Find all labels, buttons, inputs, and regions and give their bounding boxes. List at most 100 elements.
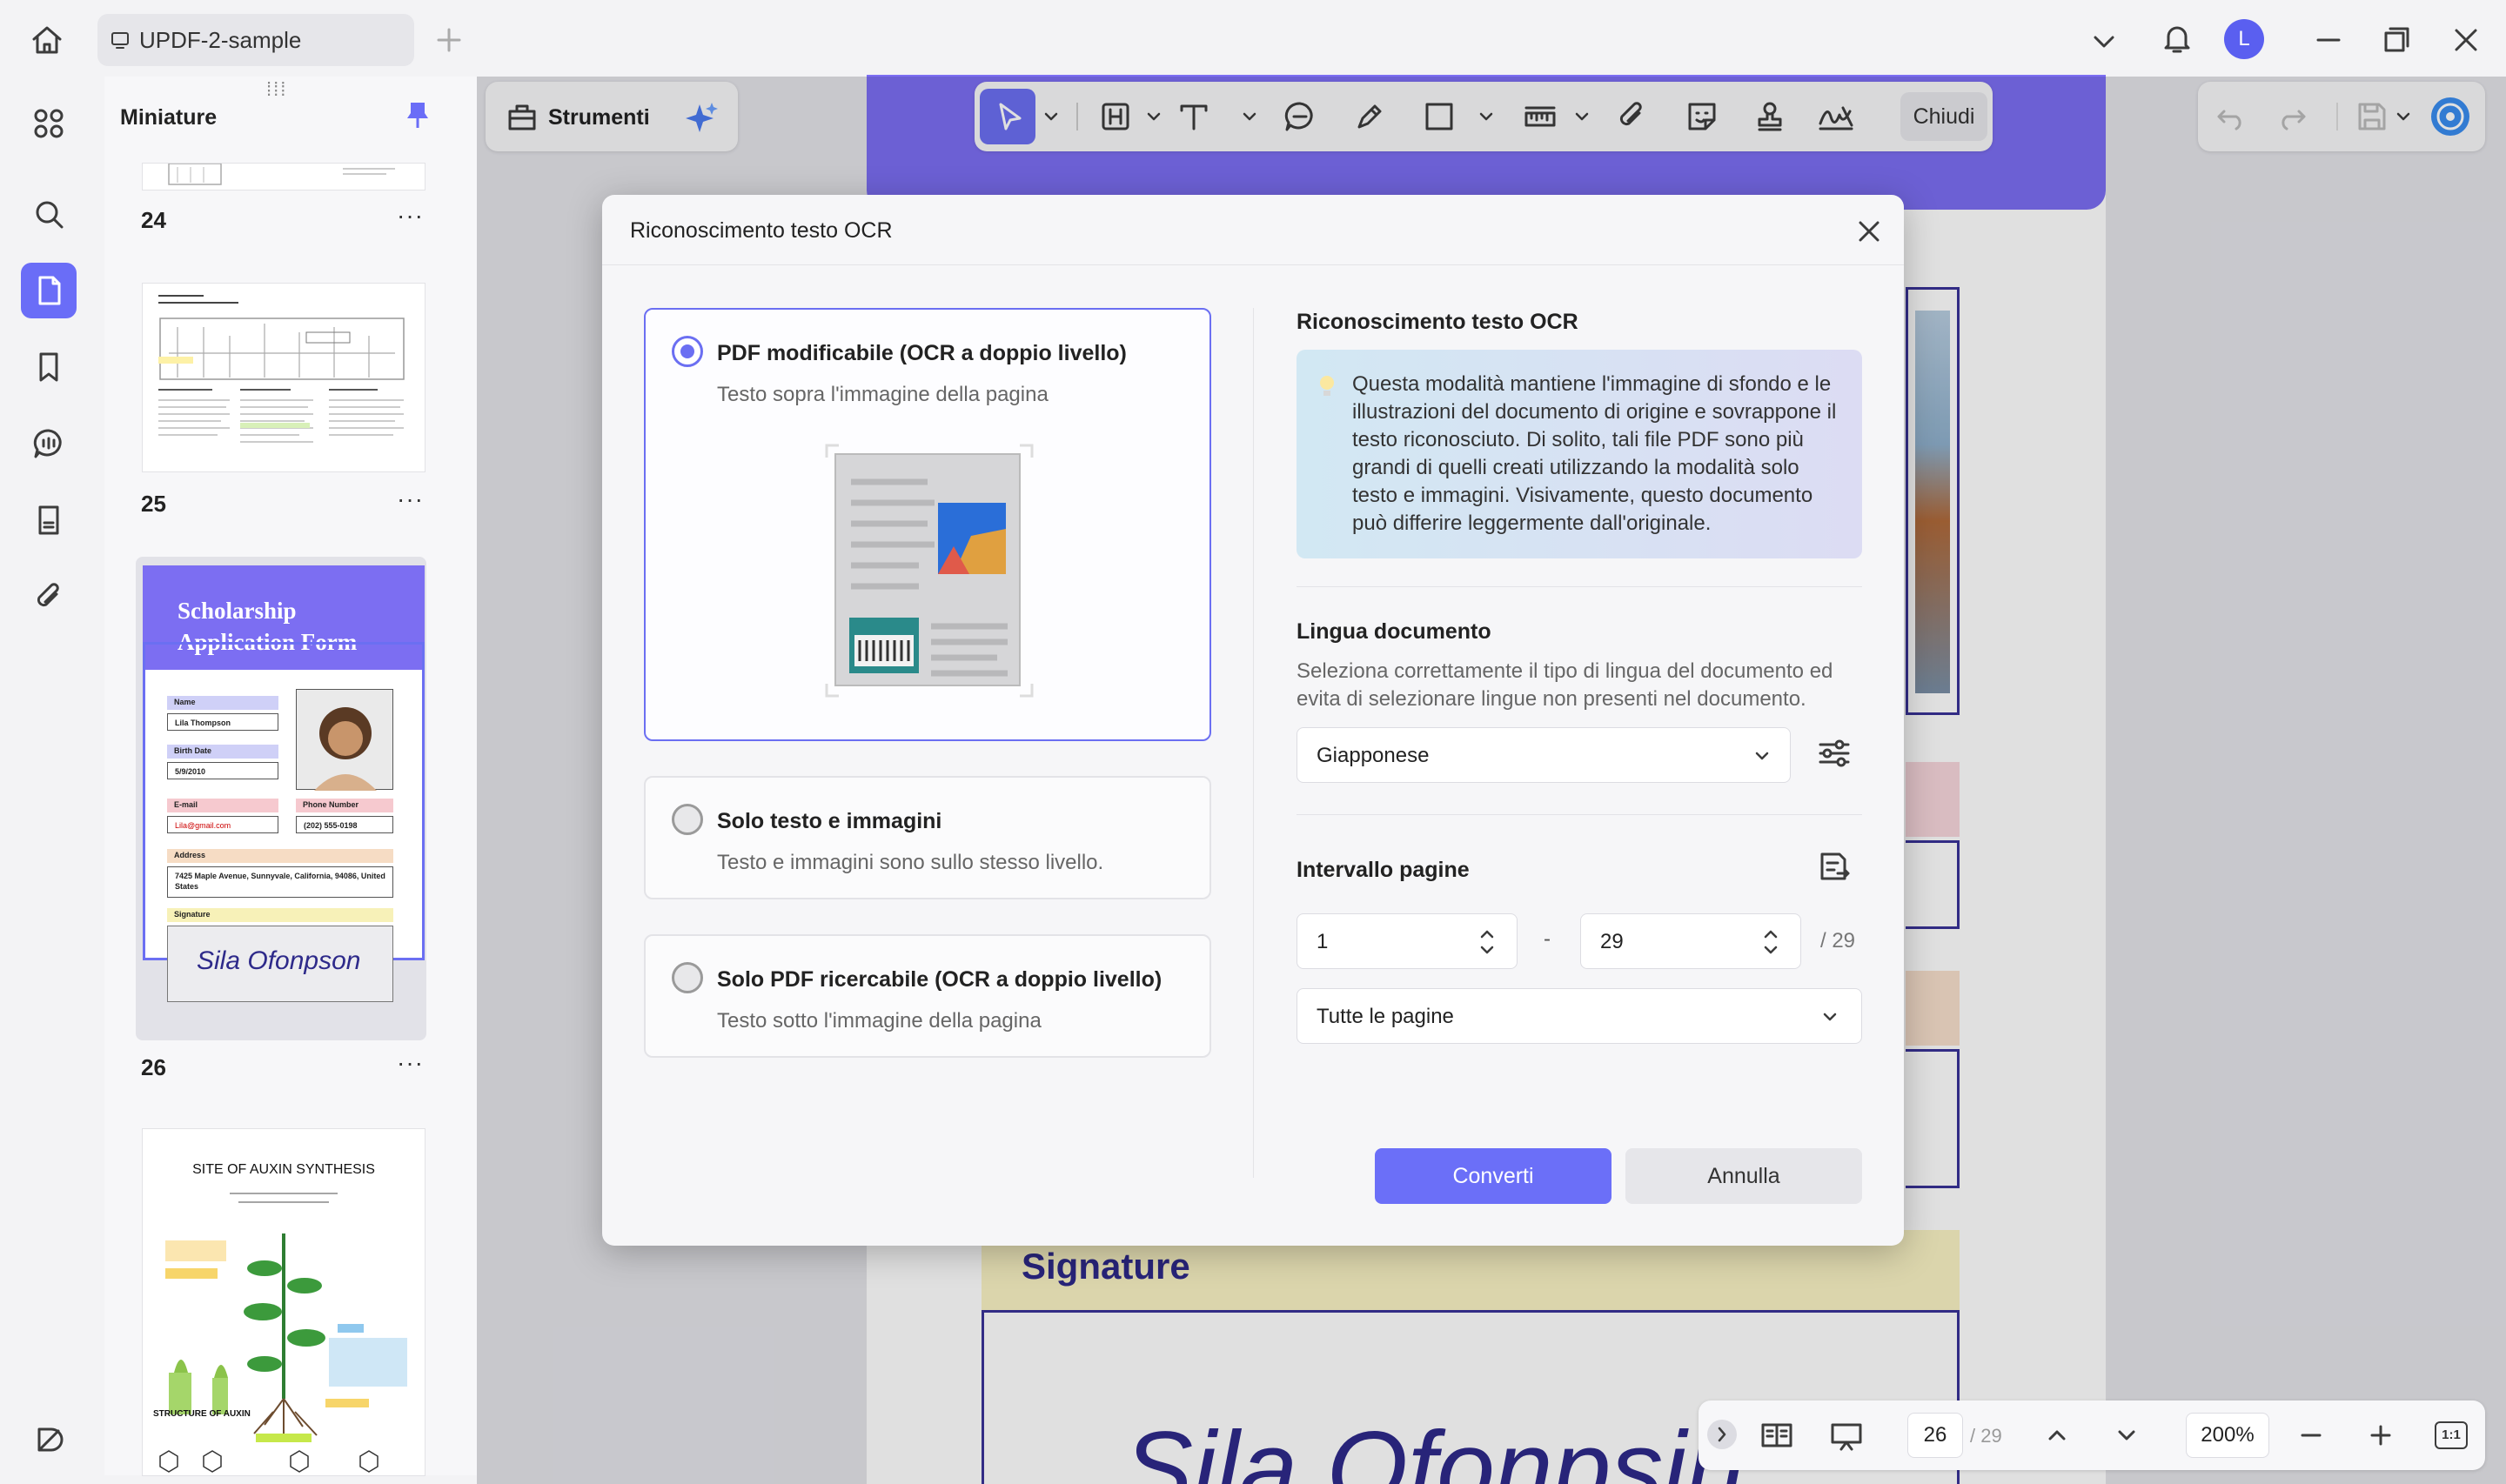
panel-grip[interactable]: ⁞⁞⁞ (266, 78, 287, 101)
form-icon (21, 504, 77, 537)
total-pages: / 29 (1970, 1425, 2002, 1447)
option-radio[interactable] (672, 962, 703, 993)
option-searchable-pdf[interactable]: Solo PDF ricercabile (OCR a doppio livel… (644, 934, 1211, 1058)
thumb-field-label: Phone Number (296, 799, 393, 812)
language-settings-icon[interactable] (1815, 734, 1853, 772)
bell-icon[interactable] (2160, 21, 2194, 56)
language-description: Seleziona correttamente il tipo di lingu… (1297, 659, 1833, 711)
thumbnail-page-24[interactable] (143, 164, 425, 190)
thumb-signature: Sila Ofonpson (197, 946, 361, 975)
more-icon[interactable]: ··· (397, 1049, 424, 1077)
presentation-icon[interactable] (1829, 1418, 1864, 1453)
language-select[interactable]: Giapponese (1297, 727, 1791, 783)
dialog-title: Riconoscimento testo OCR (630, 218, 893, 243)
ocr-dialog: Riconoscimento testo OCR PDF modificabil… (602, 195, 1904, 1246)
thumbnail-page-27[interactable]: SITE OF AUXIN SYNTHESIS STRUCTURE OF AUX… (143, 1129, 425, 1475)
document-icon (110, 30, 131, 50)
thumb-title: SITE OF AUXIN SYNTHESIS (192, 1162, 375, 1177)
info-text: Questa modalità mantiene l'immagine di s… (1352, 372, 1837, 535)
tab-title: UPDF-2-sample (139, 27, 302, 53)
option-radio[interactable] (672, 336, 703, 367)
chevron-down-icon[interactable] (2109, 1418, 2144, 1453)
thumb-field-value: Lila@gmail.com (167, 816, 278, 833)
range-from-value: 1 (1317, 930, 1329, 953)
thumb-field-label: Birth Date (167, 745, 278, 759)
nav-thumbnails[interactable] (21, 263, 77, 318)
pin-icon[interactable] (402, 99, 433, 130)
option-text-and-images[interactable]: Solo testo e immagini Testo e immagini s… (644, 776, 1211, 899)
language-value: Giapponese (1317, 744, 1430, 767)
nav-comments[interactable] (21, 416, 77, 471)
thumb-field-label: E-mail (167, 799, 278, 812)
option-radio[interactable] (672, 804, 703, 835)
chevron-down-icon (1752, 745, 1772, 766)
title-bar: UPDF-2-sample L (0, 0, 2506, 77)
page-icon (21, 274, 77, 307)
minimize-icon[interactable] (2311, 23, 2346, 57)
cancel-button[interactable]: Annulla (1625, 1148, 1862, 1204)
page-navigation-bar: 26 / 29 200% 1:1 (1699, 1400, 2485, 1470)
thumb-field-label: Address (167, 849, 393, 863)
zoom-level[interactable]: 200% (2186, 1413, 2269, 1458)
range-mode-select[interactable]: Tutte le pagine (1297, 988, 1862, 1044)
option-description: Testo e immagini sono sullo stesso livel… (717, 851, 1104, 874)
page-layout-icon[interactable] (1759, 1418, 1794, 1453)
range-from-input[interactable]: 1 (1297, 913, 1518, 969)
chevron-up-icon[interactable] (2040, 1418, 2074, 1453)
section-divider (1297, 586, 1862, 587)
page-range-title: Intervallo pagine (1297, 858, 1470, 882)
paperclip-icon (21, 580, 77, 613)
thumb-field-value: 5/9/2010 (167, 762, 278, 779)
nav-apps[interactable] (21, 96, 77, 151)
nav-search[interactable] (21, 186, 77, 242)
new-tab-icon[interactable] (433, 24, 465, 56)
current-page-input[interactable]: 26 (1907, 1413, 1963, 1458)
thumb-heading: Scholarship (178, 598, 297, 624)
info-title: Riconoscimento testo OCR (1297, 310, 1578, 334)
thumbnail-page-25[interactable] (143, 284, 425, 471)
info-box: Questa modalità mantiene l'immagine di s… (1297, 350, 1862, 558)
range-mode-value: Tutte le pagine (1317, 1005, 1454, 1028)
comment-icon (21, 427, 77, 460)
convert-button[interactable]: Converti (1375, 1148, 1611, 1204)
stepper-icon[interactable] (1477, 921, 1498, 963)
range-to-value: 29 (1600, 930, 1624, 953)
option-editable-pdf[interactable]: PDF modificabile (OCR a doppio livello) … (644, 308, 1211, 741)
avatar[interactable]: L (2224, 19, 2264, 59)
close-icon[interactable] (1855, 217, 1883, 245)
option-title: Solo testo e immagini (717, 809, 942, 833)
range-to-input[interactable]: 29 (1580, 913, 1801, 969)
thumb-field-label: Signature (167, 908, 393, 922)
page-number: 24 (141, 207, 166, 233)
zoom-in-icon[interactable] (2363, 1418, 2398, 1453)
thumbnail-page-26[interactable]: Scholarship Application Form Name Lila T… (143, 565, 425, 960)
search-icon (21, 197, 77, 231)
actual-size-button[interactable]: 1:1 (2435, 1421, 2468, 1449)
document-tab[interactable]: UPDF-2-sample (97, 14, 414, 66)
nav-theme[interactable] (21, 1411, 77, 1467)
thumb-field-value: 7425 Maple Avenue, Sunnyvale, California… (167, 866, 393, 898)
thumb-field-value: Lila Thompson (167, 713, 278, 731)
nav-bookmarks[interactable] (21, 339, 77, 395)
ocr-preview-illustration (823, 442, 1035, 699)
zoom-out-icon[interactable] (2294, 1418, 2328, 1453)
language-title: Lingua documento (1297, 619, 1491, 644)
dialog-column-divider (1253, 308, 1254, 1178)
left-nav (0, 77, 97, 1484)
bookmark-icon (21, 351, 77, 384)
nav-attachments[interactable] (21, 569, 77, 625)
close-window-icon[interactable] (2449, 23, 2483, 57)
page-range-icon[interactable] (1815, 849, 1853, 887)
photo-placeholder (296, 689, 393, 791)
chevron-down-icon[interactable] (2088, 26, 2120, 57)
home-icon[interactable] (30, 23, 64, 57)
more-icon[interactable]: ··· (397, 202, 424, 230)
lightbulb-icon (1317, 374, 1337, 400)
nav-forms[interactable] (21, 492, 77, 548)
stepper-icon[interactable] (1760, 921, 1781, 963)
chevron-right-icon[interactable] (1707, 1420, 1737, 1449)
range-separator: - (1544, 927, 1551, 951)
page-number: 26 (141, 1054, 166, 1080)
restore-icon[interactable] (2379, 23, 2414, 57)
more-icon[interactable]: ··· (397, 485, 424, 513)
